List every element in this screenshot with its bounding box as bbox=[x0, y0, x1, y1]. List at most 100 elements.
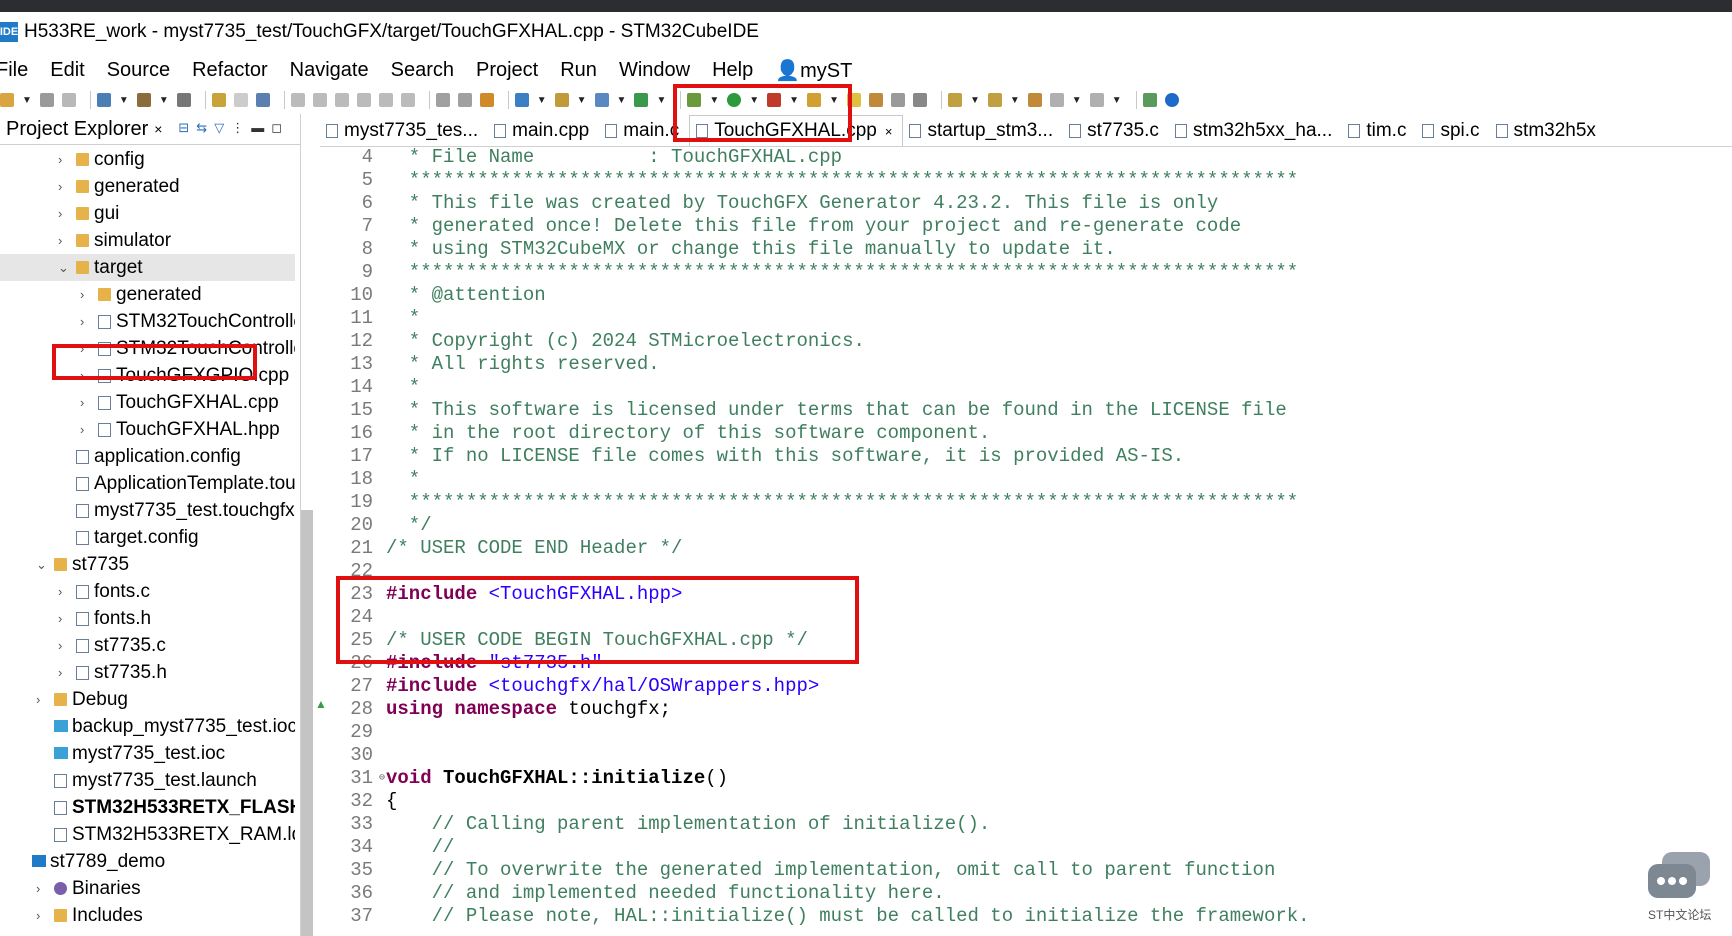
chat-icon[interactable] bbox=[1648, 850, 1712, 902]
maximize-icon[interactable]: ◻ bbox=[271, 120, 282, 136]
console-icon[interactable] bbox=[435, 93, 450, 107]
dropdown-arrow-icon[interactable]: ▼ bbox=[119, 95, 129, 106]
chevron-right-icon[interactable]: › bbox=[80, 335, 84, 362]
dropdown-arrow-icon[interactable]: ▼ bbox=[970, 95, 980, 106]
instruction-step-icon[interactable] bbox=[457, 93, 472, 107]
new-project-icon[interactable] bbox=[514, 93, 529, 107]
next-annotation-icon[interactable] bbox=[947, 93, 962, 107]
dropdown-arrow-icon[interactable]: ▼ bbox=[1112, 95, 1122, 106]
tree-item[interactable]: › fonts.h bbox=[0, 605, 295, 632]
dropdown-arrow-icon[interactable]: ▼ bbox=[22, 95, 32, 106]
chevron-down-icon[interactable]: ⌄ bbox=[36, 551, 47, 578]
tree-item[interactable]: › TouchGFXHAL.cpp bbox=[0, 389, 295, 416]
editor-tab[interactable]: main.cpp bbox=[488, 116, 599, 146]
editor-tab[interactable]: st7735.c bbox=[1063, 116, 1169, 146]
step-into-icon[interactable] bbox=[356, 93, 371, 107]
close-icon[interactable]: × bbox=[154, 121, 162, 137]
tree-item[interactable]: target.config bbox=[0, 524, 295, 551]
dropdown-arrow-icon[interactable]: ▼ bbox=[159, 95, 169, 106]
info-icon[interactable] bbox=[1164, 93, 1179, 107]
chevron-right-icon[interactable]: › bbox=[80, 308, 84, 335]
chevron-right-icon[interactable]: › bbox=[58, 173, 62, 200]
editor-tab[interactable]: TouchGFXHAL.cpp × bbox=[689, 115, 904, 146]
tree-item[interactable]: › simulator bbox=[0, 227, 295, 254]
tree-item[interactable]: › Debug bbox=[0, 686, 295, 713]
back-icon[interactable] bbox=[1049, 93, 1064, 107]
terminate-icon[interactable] bbox=[334, 93, 349, 107]
menu-myst[interactable]: 👤myST bbox=[775, 58, 852, 83]
tree-item[interactable]: › TouchGFXHAL.hpp bbox=[0, 416, 295, 443]
editor-tab[interactable]: spi.c bbox=[1416, 116, 1489, 146]
link-with-editor-icon[interactable]: ⇆ bbox=[196, 120, 207, 136]
tree-item[interactable]: myst7735_test.touchgfx bbox=[0, 497, 295, 524]
open-perspective-icon[interactable] bbox=[1142, 93, 1157, 107]
tree-item[interactable]: › Includes bbox=[0, 902, 295, 929]
menu-navigate[interactable]: Navigate bbox=[290, 59, 369, 82]
tree-item[interactable]: › config bbox=[0, 146, 295, 173]
chevron-right-icon[interactable]: › bbox=[58, 632, 62, 659]
chevron-right-icon[interactable]: › bbox=[80, 362, 84, 389]
tree-item[interactable]: › TouchGFXGPIO.cpp bbox=[0, 362, 295, 389]
view-menu-icon[interactable]: ⋮ bbox=[231, 120, 244, 136]
tree-item[interactable]: myst7735_test.launch bbox=[0, 767, 295, 794]
dropdown-arrow-icon[interactable]: ▼ bbox=[656, 95, 666, 106]
skip-breakpoints-icon[interactable] bbox=[255, 93, 270, 107]
chevron-right-icon[interactable]: › bbox=[36, 902, 40, 929]
editor-tab[interactable]: tim.c bbox=[1342, 116, 1416, 146]
tree-item[interactable]: STM32H533RETX_FLASH.l bbox=[0, 794, 295, 821]
menu-refactor[interactable]: Refactor bbox=[192, 59, 268, 82]
chevron-right-icon[interactable]: › bbox=[36, 686, 40, 713]
editor-tab[interactable]: myst7735_tes... bbox=[320, 116, 488, 146]
menu-search[interactable]: Search bbox=[391, 59, 454, 82]
dropdown-arrow-icon[interactable]: ▼ bbox=[789, 95, 799, 106]
dropdown-arrow-icon[interactable]: ▼ bbox=[829, 95, 839, 106]
chevron-right-icon[interactable]: › bbox=[58, 200, 62, 227]
project-explorer-scrollbar[interactable] bbox=[301, 510, 313, 936]
tree-item[interactable]: › STM32TouchControlle bbox=[0, 308, 295, 335]
collapse-all-icon[interactable]: ⊟ bbox=[178, 120, 189, 136]
open-type-icon[interactable] bbox=[554, 93, 569, 107]
save-icon[interactable] bbox=[39, 93, 54, 107]
chevron-down-icon[interactable]: ⌄ bbox=[58, 254, 69, 281]
block-select-icon[interactable] bbox=[890, 93, 905, 107]
dropdown-arrow-icon[interactable]: ▼ bbox=[1010, 95, 1020, 106]
chevron-right-icon[interactable]: › bbox=[58, 146, 62, 173]
dropdown-arrow-icon[interactable]: ▼ bbox=[577, 95, 587, 106]
tree-item[interactable]: › generated bbox=[0, 173, 295, 200]
tree-item[interactable]: ⌄ target bbox=[0, 254, 295, 281]
show-whitespace-icon[interactable] bbox=[912, 93, 927, 107]
debug-config-icon[interactable] bbox=[211, 93, 226, 107]
resume-icon[interactable] bbox=[290, 93, 305, 107]
menu-help[interactable]: Help bbox=[712, 59, 753, 82]
filter-icon[interactable]: ▽ bbox=[214, 120, 224, 136]
dropdown-arrow-icon[interactable]: ▼ bbox=[537, 95, 547, 106]
bug-icon[interactable] bbox=[687, 93, 702, 107]
code-editor[interactable]: 4 * File Name : TouchGFXHAL.cpp 5 *******… bbox=[328, 146, 1732, 936]
dropdown-arrow-icon[interactable]: ▼ bbox=[709, 95, 719, 106]
editor-tab[interactable]: stm32h5x bbox=[1490, 116, 1606, 146]
highlight-icon[interactable] bbox=[846, 93, 861, 107]
settings-icon[interactable] bbox=[96, 93, 111, 107]
tree-item[interactable]: › st7735.c bbox=[0, 632, 295, 659]
tree-item[interactable]: STM32H533RETX_RAM.ld bbox=[0, 821, 295, 848]
editor-tab[interactable]: startup_stm3... bbox=[903, 116, 1063, 146]
tree-item[interactable]: application.config bbox=[0, 443, 295, 470]
fold-icon[interactable]: ⊖ bbox=[379, 767, 385, 790]
chevron-right-icon[interactable]: › bbox=[58, 659, 62, 686]
chevron-right-icon[interactable]: › bbox=[58, 605, 62, 632]
chevron-right-icon[interactable]: › bbox=[58, 227, 62, 254]
menu-run[interactable]: Run bbox=[560, 59, 597, 82]
chevron-right-icon[interactable]: › bbox=[80, 281, 84, 308]
menu-project[interactable]: Project bbox=[476, 59, 538, 82]
dropdown-arrow-icon[interactable]: ▼ bbox=[1072, 95, 1082, 106]
tree-item[interactable]: › generated bbox=[0, 281, 295, 308]
editor-tab[interactable]: stm32h5xx_ha... bbox=[1169, 116, 1342, 146]
mark-occurrences-icon[interactable] bbox=[868, 93, 883, 107]
dropdown-arrow-icon[interactable]: ▼ bbox=[749, 95, 759, 106]
minimize-icon[interactable]: ▬ bbox=[251, 120, 264, 136]
step-return-icon[interactable] bbox=[400, 93, 415, 107]
tree-item[interactable]: › fonts.c bbox=[0, 578, 295, 605]
menu-edit[interactable]: Edit bbox=[50, 59, 84, 82]
close-icon[interactable]: × bbox=[885, 124, 893, 139]
chevron-right-icon[interactable]: › bbox=[80, 416, 84, 443]
